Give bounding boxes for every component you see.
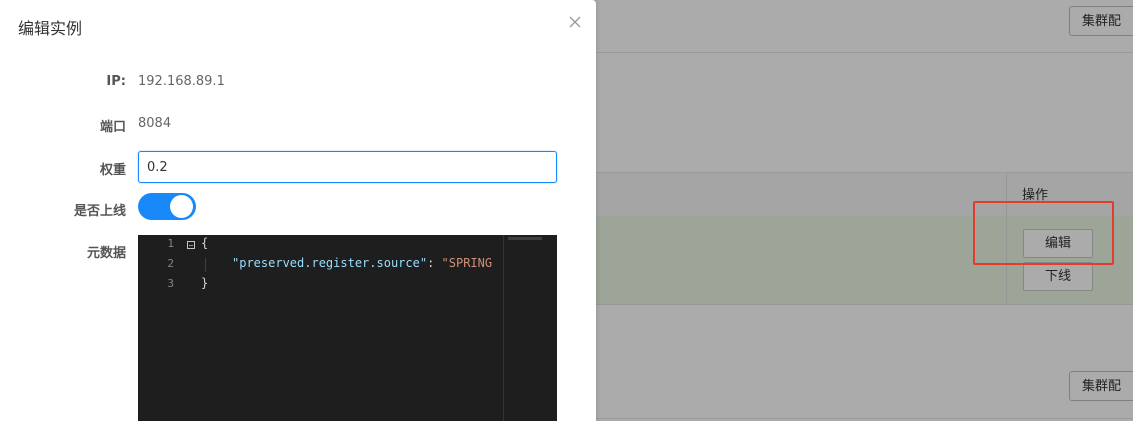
metadata-label: 元数据	[86, 246, 126, 261]
port-label: 端口	[99, 120, 126, 135]
metadata-code-editor[interactable]: 1 2 3 − { "preserved.register.source": "…	[138, 235, 557, 421]
dialog-title: 编辑实例	[18, 19, 83, 38]
code-line-3: }	[201, 276, 209, 290]
online-label: 是否上线	[73, 204, 126, 219]
line-number: 1	[167, 237, 174, 250]
indent-guide	[205, 258, 206, 272]
json-value: "SPRING	[441, 256, 493, 270]
weight-input[interactable]	[138, 151, 557, 183]
line-number: 3	[167, 277, 174, 290]
json-separator: :	[427, 256, 442, 270]
code-line-2: "preserved.register.source": "SPRING	[232, 256, 492, 270]
online-toggle[interactable]	[138, 193, 196, 220]
code-line-1: {	[201, 236, 209, 250]
port-value: 8084	[138, 116, 172, 131]
close-icon[interactable]	[567, 14, 583, 30]
ip-value: 192.168.89.1	[138, 74, 225, 89]
json-key: "preserved.register.source"	[232, 256, 428, 270]
annotation-highlight-box	[973, 201, 1114, 265]
editor-minimap[interactable]	[503, 235, 557, 421]
line-number: 2	[167, 257, 174, 270]
toggle-knob	[170, 195, 193, 218]
minimap-mark	[508, 237, 542, 240]
fold-minus-icon[interactable]: −	[187, 241, 195, 250]
ip-label: IP:	[106, 74, 126, 89]
edit-instance-dialog: 编辑实例 IP: 192.168.89.1 端口 8084 权重 是否上线 元数…	[0, 0, 596, 421]
weight-label: 权重	[99, 163, 126, 178]
